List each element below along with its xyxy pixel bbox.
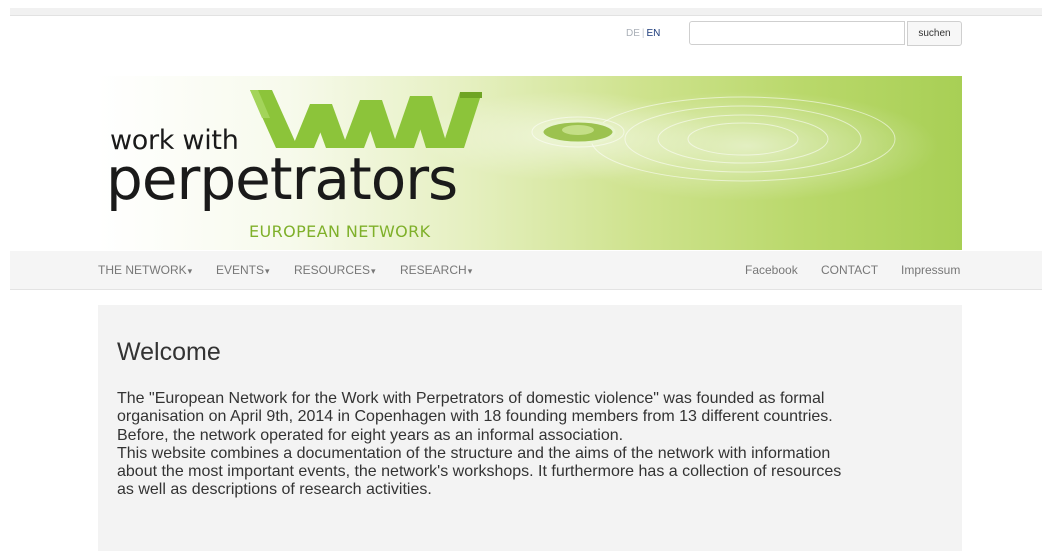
lang-separator: | [641,28,645,39]
logo-text-european-network: EUROPEAN NETWORK [249,222,431,241]
nav-impressum[interactable]: Impressum [901,263,960,277]
lang-de-link[interactable]: DE [626,28,640,39]
welcome-text-line: The "European Network for the Work with … [117,390,825,407]
nav-contact[interactable]: CONTACT [821,263,878,277]
welcome-text-line: This website combines a documentation of… [117,444,831,462]
nav-events[interactable]: EVENTS▾ [216,263,270,277]
nav-facebook[interactable]: Facebook [745,263,798,277]
logo-text-perpetrators: perpetrators [106,145,458,213]
search-button[interactable]: suchen [907,21,962,46]
welcome-text-line: about the most important events, the net… [117,463,842,481]
welcome-text: The "European Network for the Work with … [117,390,947,500]
page-title: Welcome [117,338,221,366]
nav-label: RESOURCES [294,263,371,277]
nav-label: EVENTS [216,263,265,277]
caret-down-icon: ▾ [265,266,270,276]
nav-label: THE NETWORK [98,263,187,277]
search-input[interactable] [689,21,905,45]
nav-research[interactable]: RESEARCH▾ [400,263,472,277]
language-switcher: DE | EN [626,28,660,39]
caret-down-icon: ▾ [187,266,193,276]
top-strip [10,8,1042,16]
nav-label: RESEARCH [400,263,467,277]
site-banner[interactable]: work with perpetrators EUROPEAN NETWORK [98,76,962,250]
caret-down-icon: ▾ [467,266,473,276]
welcome-text-line: Before, the network operated for eight y… [117,426,624,444]
ripple-glow-2 [558,91,938,201]
nav-the-network[interactable]: THE NETWORK▾ [98,263,192,277]
lang-en-link[interactable]: EN [647,28,661,39]
welcome-text-line: as well as descriptions of research acti… [117,481,432,499]
welcome-text-line: organisation on April 9th, 2014 in Copen… [117,408,833,426]
caret-down-icon: ▾ [371,266,376,276]
nav-resources[interactable]: RESOURCES▾ [294,263,376,277]
